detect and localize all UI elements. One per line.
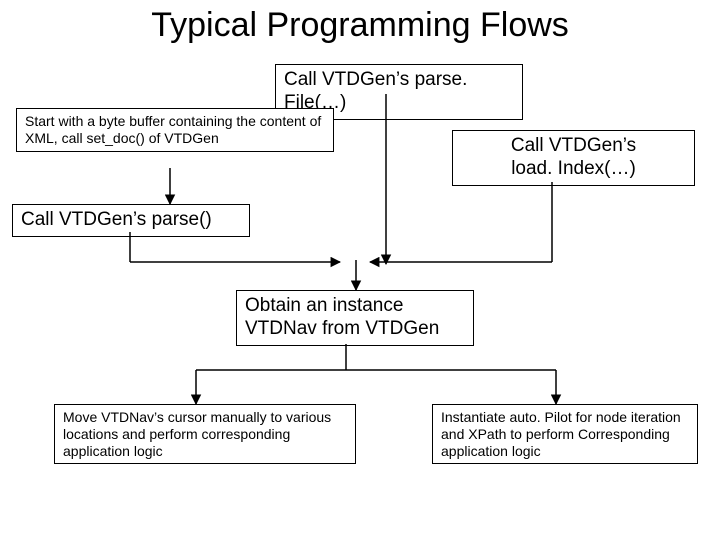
box-obtain: Obtain an instance VTDNav from VTDGen [236, 290, 474, 346]
box-autopilot: Instantiate auto. Pilot for node iterati… [432, 404, 698, 464]
box-movenav: Move VTDNav’s cursor manually to various… [54, 404, 356, 464]
box-parse: Call VTDGen’s parse() [12, 204, 250, 237]
page-title: Typical Programming Flows [0, 6, 720, 45]
box-start: Start with a byte buffer containing the … [16, 108, 334, 152]
loadindex-line2: load. Index(…) [511, 158, 636, 179]
box-loadindex: Call VTDGen’s load. Index(…) [452, 130, 695, 186]
loadindex-line1: Call VTDGen’s [511, 135, 636, 156]
